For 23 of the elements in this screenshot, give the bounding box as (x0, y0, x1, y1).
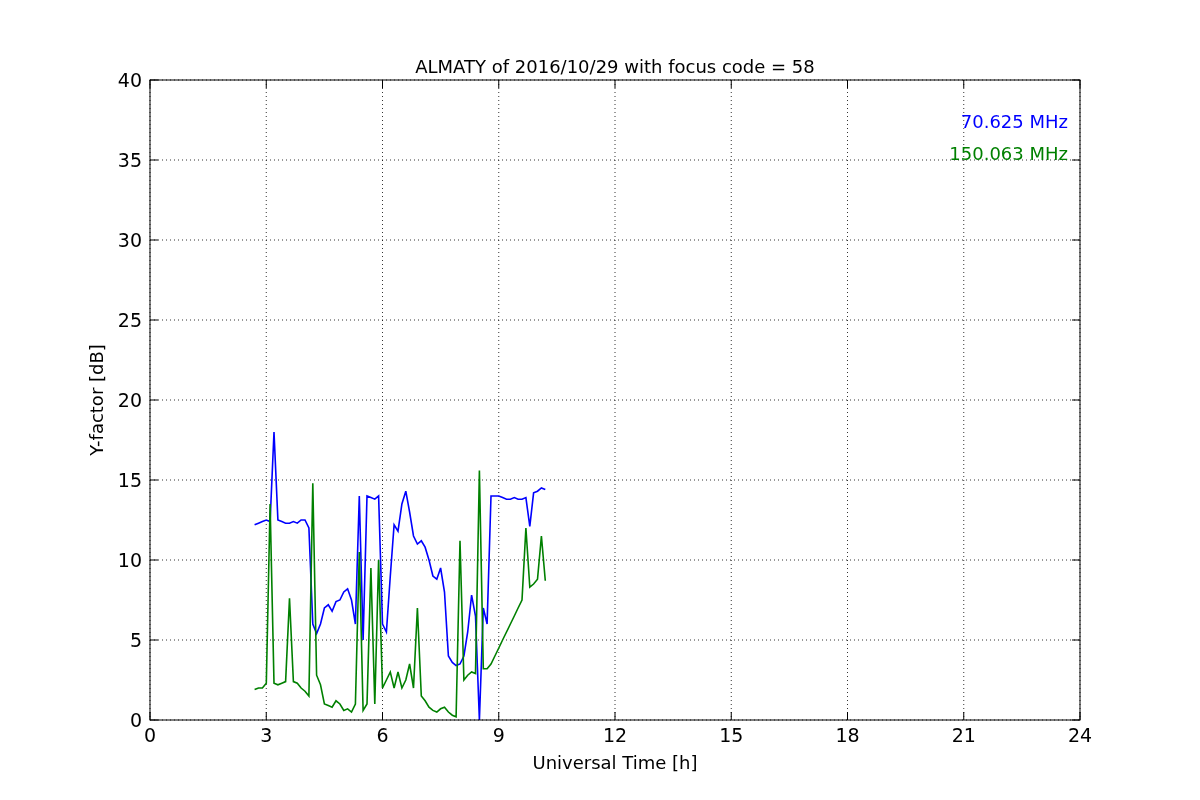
tick-label: 35 (117, 149, 142, 171)
tick-label: 15 (117, 469, 142, 491)
tick-label: 40 (117, 69, 142, 91)
tick-label: 0 (143, 724, 157, 746)
chart-title: ALMATY of 2016/10/29 with focus code = 58 (415, 56, 815, 77)
tick-label: 3 (260, 724, 273, 746)
x-axis-label: Universal Time [h] (532, 752, 698, 773)
legend-label: 70.625 MHz (960, 111, 1068, 132)
tick-label: 15 (719, 724, 744, 746)
tick-label: 24 (1067, 724, 1093, 746)
legend-label: 150.063 MHz (949, 143, 1068, 164)
tick-label: 12 (602, 724, 628, 746)
tick-label: 6 (376, 724, 389, 746)
tick-label: 0 (129, 709, 142, 731)
tick-label: 18 (835, 724, 860, 746)
tick-label: 25 (117, 309, 142, 331)
tick-label: 21 (951, 724, 976, 746)
y-axis-label: Y-factor [dB] (86, 344, 107, 456)
tick-label: 20 (117, 389, 142, 411)
tick-label: 10 (117, 549, 142, 571)
tick-label: 5 (129, 629, 142, 651)
tick-label: 30 (117, 229, 142, 251)
tick-label: 9 (492, 724, 505, 746)
